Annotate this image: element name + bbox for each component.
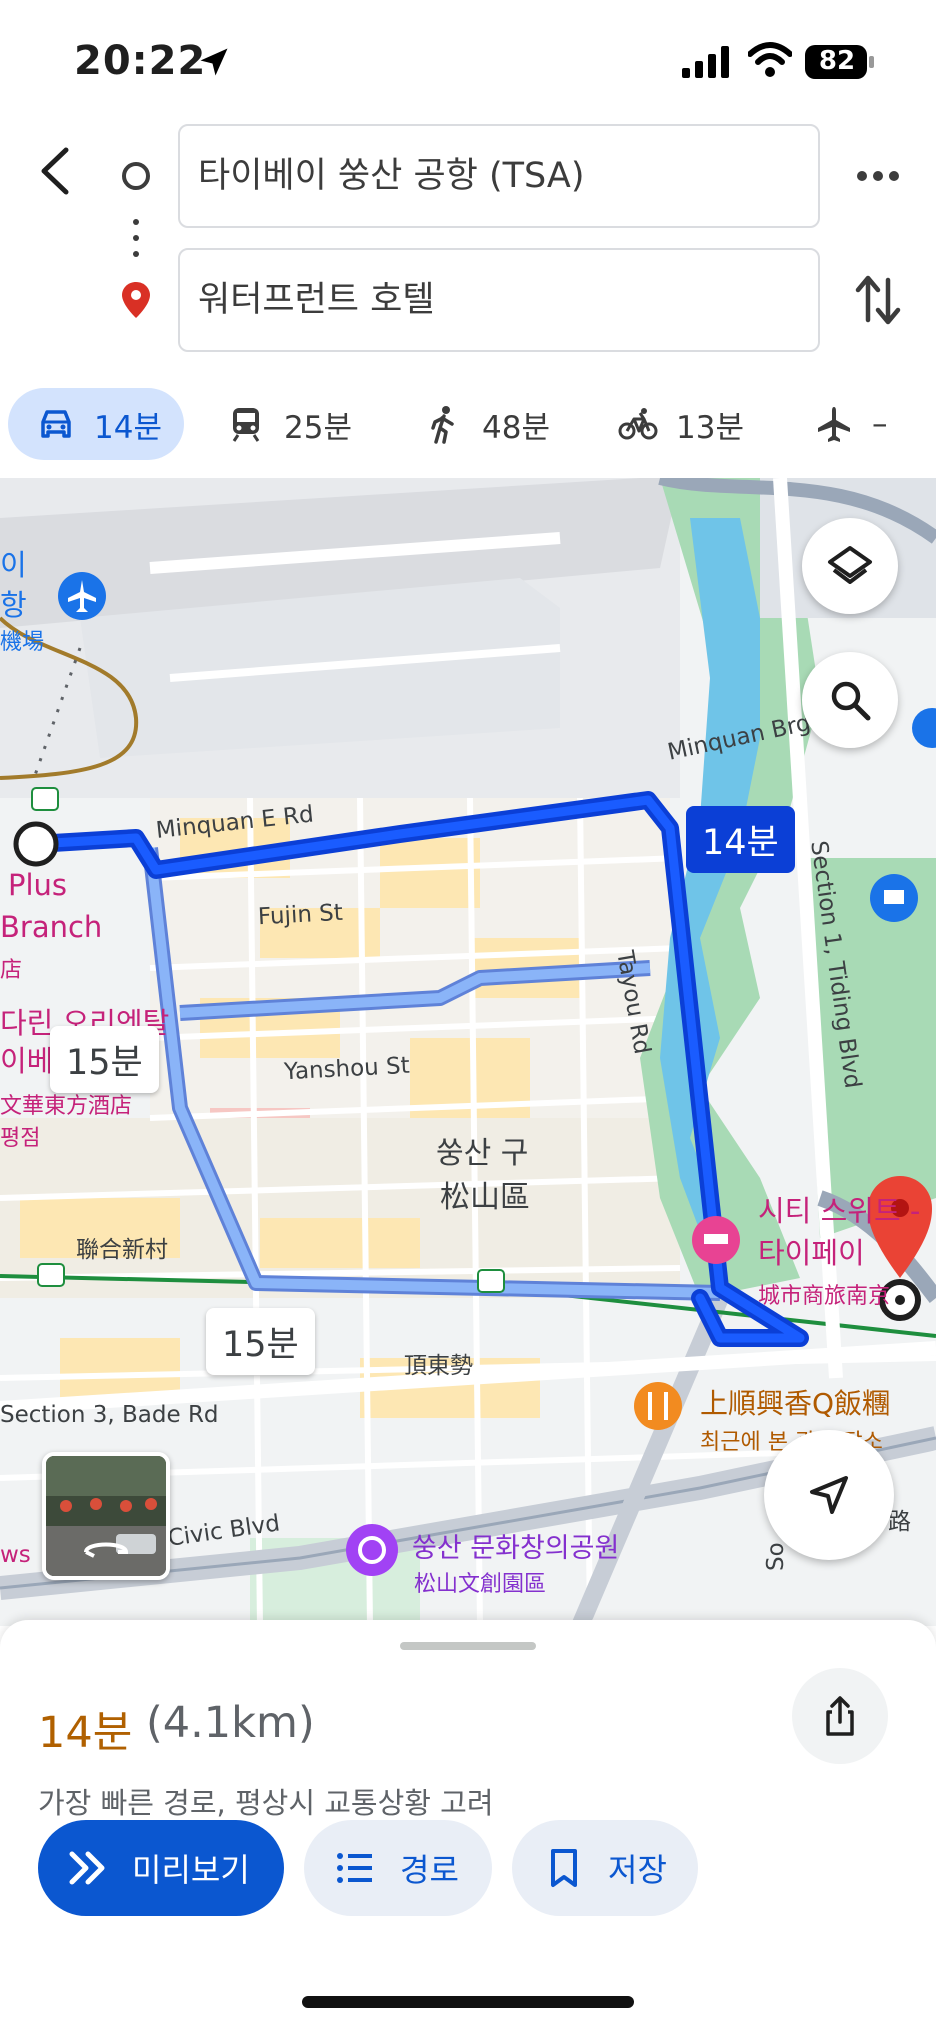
status-bar: 20:22 82 xyxy=(0,0,936,120)
mode-bike-label: 13분 xyxy=(676,409,744,446)
map-search-button[interactable] xyxy=(802,652,898,748)
travel-mode-tabs: 14분 25분 48분 13분 – xyxy=(0,388,936,460)
save-button-label: 저장 xyxy=(608,1851,667,1889)
bike-icon xyxy=(618,408,658,440)
save-button[interactable]: 저장 xyxy=(512,1820,698,1916)
map-label-airport-2: 항 xyxy=(0,588,27,622)
route-steps-button[interactable]: 경로 xyxy=(304,1820,492,1916)
map-label-bade: Section 3, Bade Rd xyxy=(0,1402,219,1428)
mode-transit-label: 25분 xyxy=(284,409,352,446)
route-summary-sheet: 14분 (4.1km) 가장 빠른 경로, 평상시 교통상황 고려 미리보기 경… xyxy=(0,1620,936,2026)
my-location-button[interactable] xyxy=(764,1430,894,1560)
route-eta: 14분 xyxy=(38,1708,133,1758)
route-connector-icon xyxy=(133,219,139,257)
map-label-airport-cn: 機場 xyxy=(0,630,45,655)
double-chevron-right-icon xyxy=(69,1851,105,1885)
route-summary: 가장 빠른 경로, 평상시 교통상황 고려 xyxy=(38,1786,494,1820)
share-icon xyxy=(826,1696,854,1736)
sheet-drag-handle[interactable] xyxy=(400,1642,536,1650)
map-label-branch-cn: 店 xyxy=(0,958,23,983)
mode-walk-label: 48분 xyxy=(482,409,550,446)
map-view[interactable]: 이 항 機場 Plus Branch 店 다린 오리엔탈 이베이 文華東方酒店 … xyxy=(0,478,936,1626)
layers-icon xyxy=(828,546,872,584)
search-icon xyxy=(831,681,871,721)
street-view-image xyxy=(46,1456,166,1576)
location-arrow-icon xyxy=(200,48,228,76)
route-tag-alt-1[interactable]: 15분 xyxy=(50,1026,159,1093)
home-indicator[interactable] xyxy=(302,1996,634,2008)
back-button[interactable] xyxy=(24,136,84,206)
origin-input[interactable]: 타이베이 쑹산 공항 (TSA) xyxy=(178,124,820,228)
mode-tab-car[interactable]: 14분 xyxy=(8,388,184,460)
map-label-hotel-cn: 城市商旅南京 xyxy=(758,1284,891,1309)
cellular-signal-icon xyxy=(682,46,729,78)
more-options-icon[interactable] xyxy=(852,150,904,202)
layers-button[interactable] xyxy=(802,518,898,614)
map-label-lianhe: 聯合新村 xyxy=(76,1237,168,1263)
preview-button[interactable]: 미리보기 xyxy=(38,1820,284,1916)
route-tag-alt-2[interactable]: 15분 xyxy=(206,1308,315,1375)
wifi-icon xyxy=(748,42,792,77)
map-label-park: 쑹산 문화창의공원 xyxy=(412,1533,620,1564)
swap-directions-icon[interactable] xyxy=(852,270,904,330)
map-label-district-ko: 쑹산 구 xyxy=(436,1136,529,1171)
route-distance: (4.1km) xyxy=(146,1698,315,1748)
origin-marker-icon xyxy=(122,162,150,190)
map-label-so: So xyxy=(763,1542,789,1571)
route-tag-primary[interactable]: 14분 xyxy=(686,806,795,873)
map-label-plus: Plus xyxy=(8,868,68,902)
battery-indicator: 82 xyxy=(804,44,876,80)
battery-level: 82 xyxy=(818,46,856,76)
bookmark-icon xyxy=(551,1849,577,1887)
mode-tab-bike[interactable]: 13분 xyxy=(618,388,744,460)
street-view-thumbnail[interactable] xyxy=(42,1452,170,1580)
mode-car-label: 14분 xyxy=(94,409,162,446)
map-label-airport-1: 이 xyxy=(0,548,27,582)
mode-flight-label: – xyxy=(872,406,888,442)
map-label-mandarin-3: 평점 xyxy=(0,1126,41,1151)
map-label-fujin: Fujin St xyxy=(257,899,344,931)
share-button[interactable] xyxy=(792,1668,888,1764)
map-label-hotel-2: 타이페이 xyxy=(758,1236,865,1270)
mode-tab-transit[interactable]: 25분 xyxy=(226,388,352,460)
walk-icon xyxy=(431,406,454,444)
map-label-dingdong: 頂東勢 xyxy=(404,1353,473,1379)
car-icon xyxy=(41,410,71,438)
map-label-restaurant: 上順興香Q飯糰 xyxy=(700,1387,891,1420)
navigation-arrow-icon xyxy=(810,1476,848,1514)
map-label-hotel-1: 시티 스위트 - xyxy=(758,1194,921,1228)
train-icon xyxy=(232,408,260,442)
list-icon xyxy=(337,1853,372,1883)
map-label-ws: ws xyxy=(0,1542,31,1568)
mode-tab-walk[interactable]: 48분 xyxy=(424,388,550,460)
destination-input[interactable]: 워터프런트 호텔 xyxy=(178,248,820,352)
route-steps-button-label: 경로 xyxy=(400,1851,459,1889)
preview-button-label: 미리보기 xyxy=(132,1851,250,1889)
map-label-district-cn: 松山區 xyxy=(440,1180,530,1215)
status-time: 20:22 xyxy=(74,38,207,84)
mode-tab-flight[interactable]: – xyxy=(814,388,888,460)
map-label-branch: Branch xyxy=(0,910,103,944)
airplane-icon xyxy=(818,407,850,442)
destination-pin-icon xyxy=(122,282,150,318)
map-label-park-cn: 松山文創園區 xyxy=(414,1572,547,1597)
